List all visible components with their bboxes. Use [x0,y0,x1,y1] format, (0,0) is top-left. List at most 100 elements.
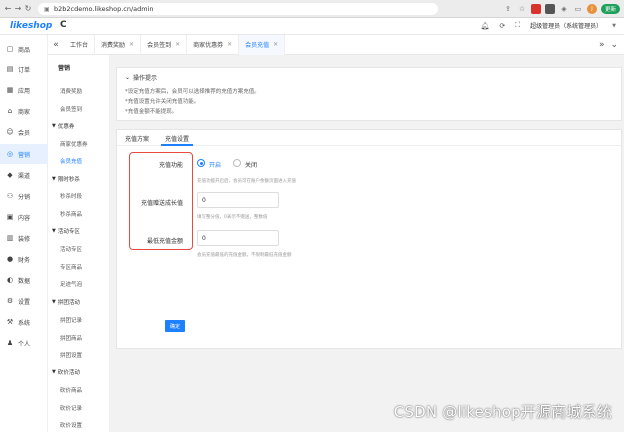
settings-icon: ⚙ [6,297,14,305]
chevron-down-icon[interactable]: ⌄ [610,40,618,50]
user-icon: ☺ [6,128,14,136]
finance-icon: ● [6,255,14,263]
person-icon: ♟ [6,339,14,347]
radio-disable[interactable] [233,159,241,167]
submenu-item-team-goods[interactable]: 拼团商品 [60,334,82,342]
submenu-group-team[interactable]: ▼ 拼团活动 [52,298,80,306]
recharge-settings-card: 充值方案 充值设置 充值功能 开启 关闭 充值功能开启后，会员可在账户余额页面进… [116,129,623,349]
sidebar-item-settings[interactable]: ⚙ 设置 [0,291,48,311]
watermark: CSDN @likeshop开源商城系统 [393,403,612,421]
chevron-down-icon[interactable]: ▼ [612,23,616,29]
close-icon[interactable]: ✕ [175,41,180,48]
sidebar-item-goods[interactable]: ▢ 商品 [0,39,48,59]
submenu-item-team-record[interactable]: 拼团记录 [60,316,82,324]
submenu-item-flash-goods[interactable]: 秒杀商品 [60,210,82,218]
close-icon[interactable]: ✕ [129,41,134,48]
data-icon: ◐ [6,276,14,284]
reading-list-icon[interactable]: ▭ [573,4,583,14]
label-recharge-function: 充值功能 [158,162,183,169]
submenu-item-activity-zone[interactable]: 活动专区 [60,245,82,253]
content-icon: ▣ [6,213,14,221]
sidebar-item-decoration[interactable]: ▥ 装修 [0,228,48,248]
tab-member-recharge[interactable]: 会员充值 ✕ [239,34,286,55]
sidebar-item-shop[interactable]: ⌂ 商家 [0,101,48,121]
reload-icon[interactable]: ↻ [23,3,33,15]
marketing-submenu: 营销 消费奖励 会员签到 ▼ 优惠券 商家优惠券 会员充值 ▼ 限时秒杀 秒杀时段 … [48,55,110,432]
forward-icon[interactable]: → [13,3,23,15]
sidebar-item-content[interactable]: ▣ 内容 [0,207,48,227]
caret-down-icon: ▼ [52,299,56,305]
submenu-group-flash[interactable]: ▼ 限时秒杀 [52,175,80,183]
sidebar-item-order[interactable]: ▤ 订单 [0,59,48,79]
sidebar-item-app[interactable]: ▦ 应用 [0,80,48,100]
growth-input[interactable]: 0 [197,192,279,208]
double-chevron-right-icon[interactable]: » [599,40,605,50]
label-min-amount: 最低充值金额 [146,238,183,245]
submenu-item-consume-reward[interactable]: 消费奖励 [60,87,82,95]
submenu-item-bargain-goods[interactable]: 砍价商品 [60,386,82,394]
radio-disable-label[interactable]: 关闭 [245,160,257,169]
submenu-item-team-settings[interactable]: 拼团设置 [60,351,82,359]
submenu-group-activity[interactable]: ▼ 活动专区 [52,227,80,235]
tab-dashboard[interactable]: 工作台 [64,34,96,55]
refresh-cache-icon[interactable]: ⟳ [499,22,505,30]
notice-header[interactable]: ⌄ 操作提示 [125,73,157,82]
bookmark-icon[interactable]: ☆ [517,4,527,14]
submenu-item-shop-coupon[interactable]: 商家优惠券 [60,140,88,148]
refresh-icon[interactable]: C [60,20,67,30]
radio-enable[interactable] [197,159,205,167]
submenu-item-member-recharge[interactable]: 会员充值 [60,157,82,165]
label-growth: 充值赠送成长值 [140,200,183,207]
close-icon[interactable]: ✕ [227,41,232,48]
sidebar-item-distribution[interactable]: ⚇ 分销 [0,186,48,206]
hint-min-amount: 会员充值最低的充值金额，不限制最低充值金额 [197,253,292,258]
caret-down-icon: ▼ [52,369,56,375]
submenu-item-flash-time[interactable]: 秒杀时段 [60,192,82,200]
sidebar-item-member[interactable]: ☺ 会员 [0,122,48,142]
submenu-item-zone-goods[interactable]: 专区商品 [60,263,82,271]
update-button[interactable]: 更新 [600,4,620,14]
tab-consume-reward[interactable]: 消费奖励 ✕ [95,34,142,55]
notice-line: *设定充值方案后，会员可以选择推荐的充值方案充值。 [125,89,260,95]
sidebar-item-finance[interactable]: ● 财务 [0,249,48,269]
bell-icon[interactable]: 🔔︎ [480,22,489,30]
close-icon[interactable]: ✕ [273,41,278,48]
notice-line: *充值金额不能提现。 [125,109,178,115]
fullscreen-icon[interactable]: ⛶ [515,21,520,30]
sidebar-item-data[interactable]: ◐ 数据 [0,270,48,290]
submenu-item-bargain-settings[interactable]: 砍价设置 [60,421,82,429]
sidebar-item-marketing[interactable]: ◎ 营销 [0,144,48,164]
order-icon: ▤ [6,65,14,73]
profile-avatar[interactable]: J [586,4,597,14]
tab-member-signin[interactable]: 会员签到 ✕ [141,34,188,55]
back-icon[interactable]: ← [3,3,13,15]
tab-recharge-plan[interactable]: 充值方案 [125,134,149,143]
double-chevron-left-icon[interactable]: « [48,40,64,50]
distribution-icon: ⚇ [6,192,14,200]
marketing-icon: ◎ [6,150,14,158]
share-icon[interactable]: ⇪ [503,4,513,14]
extension-gray-icon[interactable] [544,4,555,14]
extension-red-icon[interactable] [530,4,541,14]
url-text: b2b2cdemo.likeshop.cn/admin [54,5,154,13]
sidebar-item-channel[interactable]: ◆ 渠道 [0,165,48,185]
active-tab-indicator [161,144,193,146]
submenu-group-bargain[interactable]: ▼ 砍价活动 [52,368,80,376]
tab-recharge-settings[interactable]: 充值设置 [165,134,189,143]
shop-icon: ⌂ [7,107,13,115]
extension-icon[interactable]: ◈ [559,4,569,14]
submenu-item-member-signin[interactable]: 会员签到 [60,105,82,113]
radio-enable-label[interactable]: 开启 [209,160,221,169]
submenu-title: 营销 [58,65,71,72]
tab-shop-coupon[interactable]: 商家优惠券 ✕ [187,34,240,55]
address-bar[interactable]: ▣ b2b2cdemo.likeshop.cn/admin [38,3,438,15]
submenu-group-coupon[interactable]: ▼ 优惠券 [52,122,74,130]
header-actions: 🔔︎ ⟳ ⛶ 超级管理员（系统管理员） ▼ [480,21,616,30]
admin-name[interactable]: 超级管理员（系统管理员） [530,21,602,30]
submenu-item-bargain-record[interactable]: 砍价记录 [60,404,82,412]
sidebar-item-person[interactable]: ♟ 个人 [0,333,48,353]
sidebar-item-system[interactable]: ⚒ 系统 [0,312,48,332]
submenu-item-bubble[interactable]: 足迹气泡 [60,280,82,288]
confirm-button[interactable]: 确定 [165,320,185,332]
min-amount-input[interactable]: 0 [197,230,279,246]
